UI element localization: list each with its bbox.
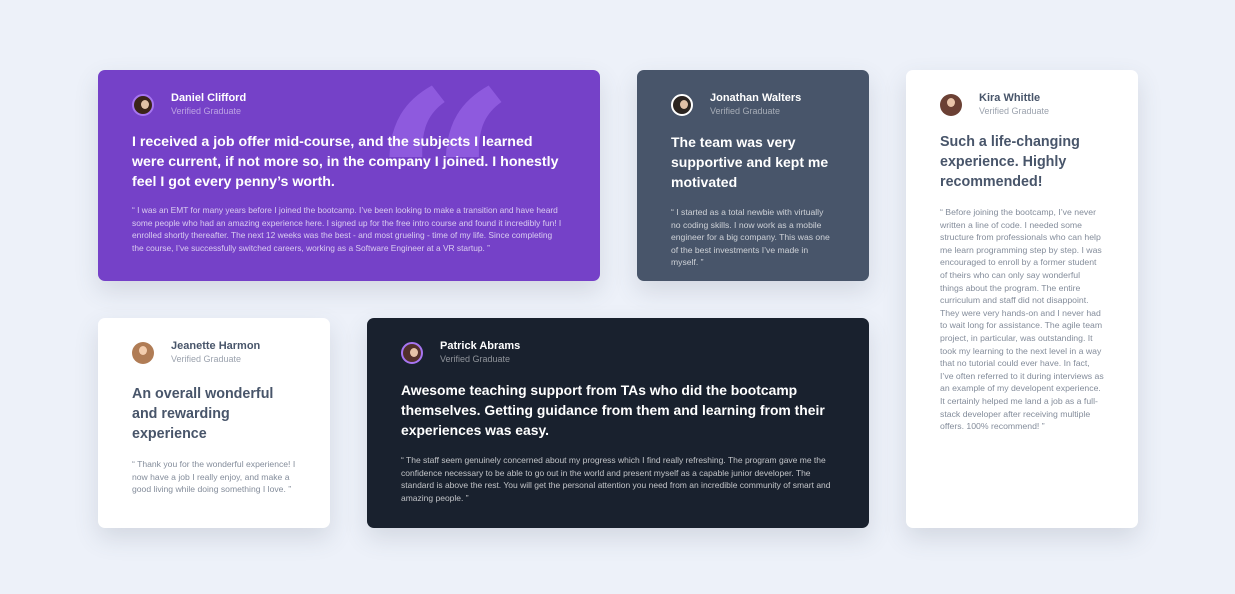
testimonial-header: Kira Whittle Verified Graduate (940, 92, 1104, 118)
testimonial-headline: Awesome teaching support from TAs who di… (401, 382, 825, 438)
author-name: Kira Whittle (979, 92, 1041, 104)
avatar (132, 342, 154, 364)
testimonial-body: “ The staff seem genuinely concerned abo… (401, 455, 831, 503)
author-info: Kira Whittle Verified Graduate (979, 92, 1049, 118)
testimonial-headline: An overall wonderful and rewarding exper… (132, 386, 274, 442)
testimonial-body: “ I was an EMT for many years before I j… (132, 205, 562, 253)
testimonial-card-jeanette: Jeanette Harmon Verified Graduate An ove… (98, 318, 330, 528)
author-status: Verified Graduate (440, 354, 511, 364)
author-name: Patrick Abrams (440, 340, 521, 352)
testimonial-header: Jeanette Harmon Verified Graduate (132, 340, 296, 366)
author-status: Verified Graduate (171, 354, 242, 364)
author-info: Jeanette Harmon Verified Graduate (171, 340, 260, 366)
testimonial-header: Jonathan Walters Verified Graduate (671, 92, 835, 118)
author-name: Daniel Clifford (171, 92, 247, 104)
testimonial-card-patrick: Patrick Abrams Verified Graduate Awesome… (367, 318, 869, 528)
author-status: Verified Graduate (710, 106, 781, 116)
author-info: Patrick Abrams Verified Graduate (440, 340, 520, 366)
testimonial-header: Daniel Clifford Verified Graduate (132, 92, 566, 118)
avatar (940, 94, 962, 116)
testimonial-body: “ Thank you for the wonderful experience… (132, 459, 296, 495)
testimonial-header: Patrick Abrams Verified Graduate (401, 340, 835, 366)
testimonial-card-daniel: “ Daniel Clifford Verified Graduate I re… (98, 70, 600, 281)
testimonial-headline: I received a job offer mid-course, and t… (132, 134, 559, 190)
author-name: Jeanette Harmon (171, 340, 261, 352)
avatar (671, 94, 693, 116)
testimonial-headline: Such a life-changing experience. Highly … (940, 134, 1080, 190)
testimonial-body: “ Before joining the bootcamp, I’ve neve… (940, 207, 1104, 432)
author-info: Jonathan Walters Verified Graduate (710, 92, 801, 118)
author-info: Daniel Clifford Verified Graduate (171, 92, 246, 118)
testimonial-body: “ I started as a total newbie with virtu… (671, 207, 830, 268)
testimonial-card-kira: Kira Whittle Verified Graduate Such a li… (906, 70, 1138, 528)
author-status: Verified Graduate (979, 106, 1050, 116)
avatar (401, 342, 423, 364)
avatar (132, 94, 154, 116)
testimonial-card-jonathan: Jonathan Walters Verified Graduate The t… (637, 70, 869, 281)
testimonial-headline: The team was very supportive and kept me… (671, 134, 829, 190)
author-status: Verified Graduate (171, 106, 242, 116)
author-name: Jonathan Walters (710, 92, 802, 104)
